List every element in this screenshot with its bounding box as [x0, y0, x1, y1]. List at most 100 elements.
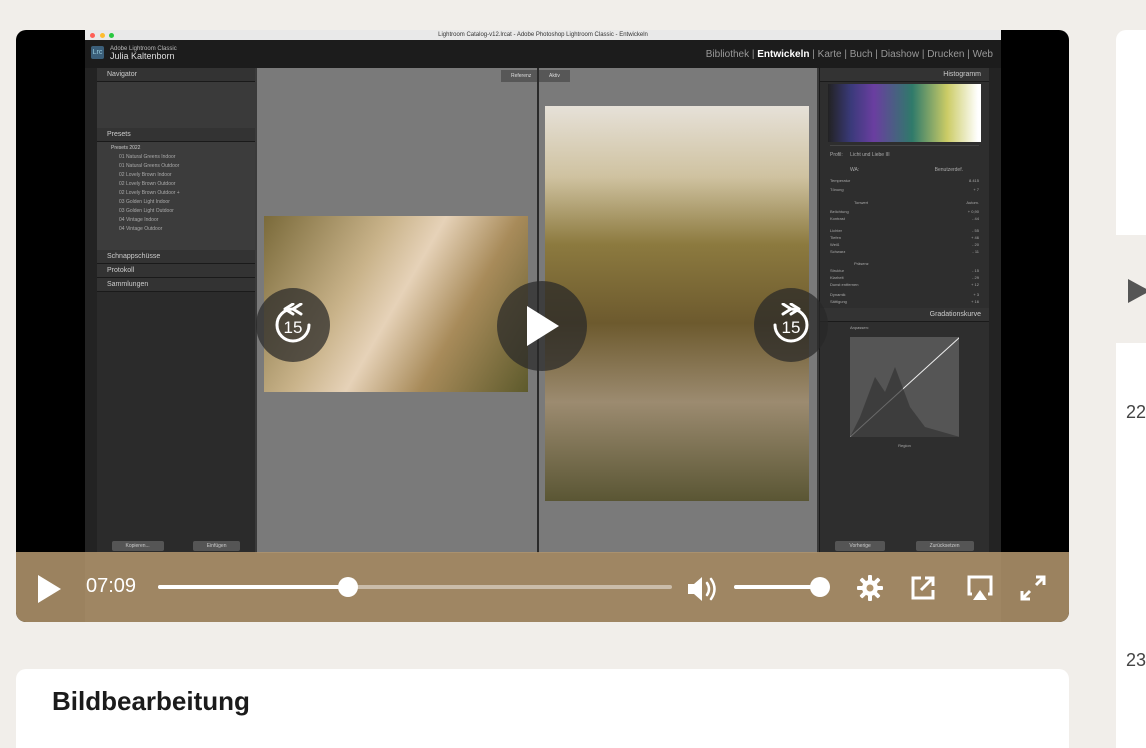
volume-button[interactable] — [686, 574, 720, 609]
dehaze-label: Dunst entfernen — [830, 282, 859, 287]
clarity-row: Klarheit - 29 — [830, 275, 979, 281]
histogram-header: Histogramm — [820, 68, 989, 82]
vibrance-value: + 3 — [973, 292, 979, 297]
region-label: Region — [898, 443, 911, 448]
progress-handle[interactable] — [338, 577, 358, 597]
module-print: Drucken — [927, 49, 965, 60]
lesson-number[interactable]: 23 — [1126, 650, 1146, 671]
sidebar-play-button[interactable] — [1126, 278, 1146, 309]
left-panel: Navigator Presets Presets 2022 01 Natura… — [97, 68, 255, 553]
active-label: Aktiv — [539, 70, 570, 82]
profile-row: Profil: Licht und Liebe III — [830, 152, 979, 159]
profile-label: Profil: — [830, 152, 843, 158]
paste-settings-button: Einfügen — [192, 541, 241, 551]
previous-button: Vorherige — [835, 541, 885, 551]
progress-fill — [158, 585, 348, 589]
open-external-button[interactable] — [909, 574, 937, 607]
forward-15-button[interactable]: 15 — [754, 288, 828, 362]
histogram — [828, 84, 981, 142]
volume-slider[interactable] — [734, 577, 830, 597]
presets-list: Presets 2022 01 Natural Greens Indoor 01… — [97, 142, 255, 250]
presets-header: Presets — [97, 128, 255, 142]
texture-label: Struktur — [830, 268, 845, 273]
tint-value: + 7 — [973, 187, 979, 192]
shadows-label: Tiefen — [830, 235, 841, 240]
blacks-value: - 11 — [972, 249, 979, 254]
lesson-title: Bildbearbeitung — [52, 686, 250, 716]
module-map: Karte — [817, 49, 842, 60]
presence-label: Präsenz — [854, 261, 869, 266]
volume-handle[interactable] — [810, 577, 830, 597]
close-dot-icon — [90, 33, 95, 38]
external-link-icon — [911, 576, 935, 600]
airplay-icon — [967, 575, 993, 600]
profile-value: Licht und Liebe III — [850, 152, 890, 158]
vibrance-label: Dynamik — [830, 292, 846, 297]
rewind-15-button[interactable]: 15 — [256, 288, 330, 362]
exposure-value: + 0,90 — [967, 209, 979, 214]
saturation-label: Sättigung — [830, 299, 847, 304]
contrast-label: Kontrast — [830, 216, 845, 221]
play-button[interactable] — [36, 574, 62, 609]
lesson-sidebar: 22 23 — [1116, 30, 1146, 748]
zoom-dot-icon — [109, 33, 115, 38]
wb-row: WA: Benutzerdef. — [830, 167, 979, 174]
video-player[interactable]: Lightroom Catalog-v12.lrcat - Adobe Phot… — [16, 30, 1069, 622]
preset-item: 04 Vintage Outdoor — [119, 226, 163, 232]
page: Lightroom Catalog-v12.lrcat - Adobe Phot… — [0, 0, 1146, 748]
collections-header: Sammlungen — [97, 278, 255, 292]
highlights-value: - 55 — [972, 228, 979, 233]
adjust-label: Anpassen: — [850, 325, 869, 330]
progress-bar[interactable] — [158, 577, 672, 597]
tone-curve-header: Gradationskurve — [820, 308, 989, 322]
exposure-row: Belichtung + 0,90 — [830, 209, 979, 215]
airplay-button[interactable] — [966, 574, 994, 607]
lightroom-logo-icon: Lrc — [91, 46, 104, 59]
shadows-value: + 46 — [971, 235, 979, 240]
tone-row: Tonwert Autom. — [830, 200, 979, 207]
preset-item: 02 Lovely Brown Indoor — [119, 172, 172, 178]
preset-item: 04 Vintage Indoor — [119, 217, 159, 223]
module-slideshow: Diashow — [880, 49, 920, 60]
play-icon — [38, 575, 61, 603]
current-time: 07:09 — [86, 575, 137, 597]
blacks-row: Schwarz - 11 — [830, 249, 979, 255]
preset-item: 03 Golden Light Indoor — [119, 199, 170, 205]
play-icon — [1128, 279, 1146, 303]
preset-item: 01 Natural Greens Outdoor — [119, 163, 180, 169]
fullscreen-icon — [1020, 575, 1046, 601]
presence-row: Präsenz — [830, 261, 979, 267]
whites-value: - 20 — [972, 242, 979, 247]
temperature-label: Temperatur — [830, 178, 851, 183]
curve-line-icon — [850, 337, 959, 437]
preset-item: 03 Golden Light Outdoor — [119, 208, 174, 214]
left-panel-buttons: Kopieren... Einfügen — [97, 539, 255, 553]
forward-icon: 15 — [773, 303, 809, 343]
saturation-value: + 16 — [971, 299, 979, 304]
preset-item: 02 Lovely Brown Outdoor + — [119, 190, 180, 196]
right-panel: Histogramm Profil: Licht und Liebe III W… — [819, 68, 989, 553]
module-picker: Bibliothek | Entwickeln | Karte | Buch |… — [705, 49, 993, 60]
contrast-value: - 44 — [972, 216, 979, 221]
tone-curve-graph — [850, 337, 959, 437]
navigator-preview — [97, 82, 255, 128]
wb-label: WA: — [850, 167, 860, 173]
reference-label: Referenz — [501, 70, 542, 82]
wb-value: Benutzerdef. — [934, 167, 963, 173]
whites-row: Weiß - 20 — [830, 242, 979, 248]
lesson-number[interactable]: 22 — [1126, 402, 1146, 423]
settings-button[interactable] — [856, 574, 884, 607]
fullscreen-button[interactable] — [1019, 574, 1047, 607]
forward-seconds: 15 — [782, 318, 801, 337]
play-overlay-button[interactable] — [497, 281, 587, 371]
lightroom-identity: Adobe Lightroom Classic Julia Kaltenborn — [110, 46, 177, 62]
gear-icon — [857, 575, 883, 601]
dehaze-value: + 12 — [971, 282, 979, 287]
history-header: Protokoll — [97, 264, 255, 278]
dehaze-row: Dunst entfernen + 12 — [830, 282, 979, 288]
tint-label: Tönung — [830, 187, 844, 192]
temperature-value: 8.415 — [968, 178, 979, 183]
right-edge — [989, 68, 1001, 553]
whites-label: Weiß — [830, 242, 840, 247]
panel-divider — [830, 145, 979, 146]
